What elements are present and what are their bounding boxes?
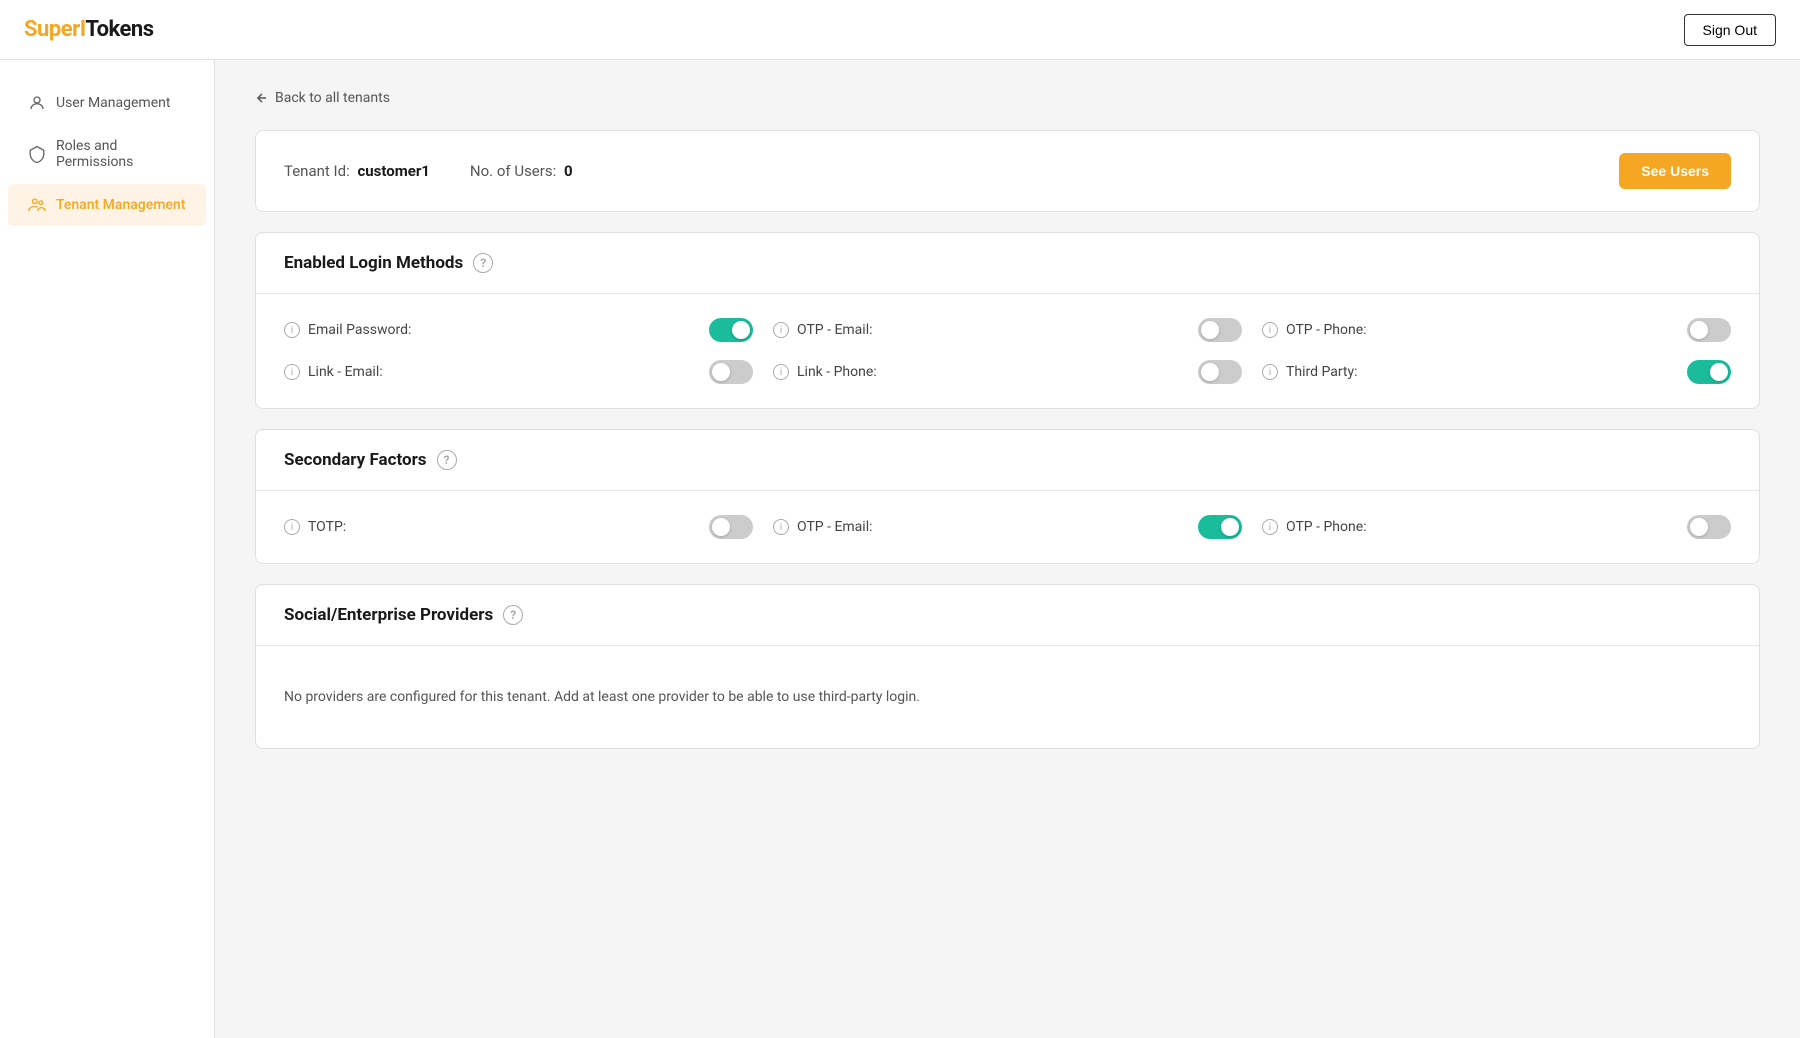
tenant-info-card: Tenant Id: customer1 No. of Users: 0 See… bbox=[255, 130, 1760, 212]
main-content: Back to all tenants Tenant Id: customer1… bbox=[215, 60, 1800, 1038]
sidebar-item-user-management[interactable]: User Management bbox=[8, 82, 206, 124]
sidebar-item-roles-permissions[interactable]: Roles and Permissions bbox=[8, 126, 206, 182]
toggle-link-email: i Link - Email: bbox=[284, 360, 753, 384]
social-providers-body: No providers are configured for this ten… bbox=[256, 646, 1759, 748]
toggle-switch-link-email[interactable] bbox=[709, 360, 753, 384]
toggle-switch-otp-email[interactable] bbox=[1198, 318, 1242, 342]
toggle-switch-otp-phone[interactable] bbox=[1687, 318, 1731, 342]
logo: SuperITokens bbox=[24, 17, 154, 42]
login-methods-body: i Email Password: i OTP - Email: bbox=[256, 294, 1759, 408]
info-icon: i bbox=[773, 519, 789, 535]
toggle-sf-otp-phone: i OTP - Phone: bbox=[1262, 515, 1731, 539]
secondary-factors-grid: i TOTP: i OTP - Email: bbox=[284, 515, 1731, 539]
login-methods-header: Enabled Login Methods ? bbox=[256, 233, 1759, 294]
sidebar-item-label: Roles and Permissions bbox=[56, 138, 186, 170]
sidebar-item-label: User Management bbox=[56, 95, 170, 111]
toggle-label: TOTP: bbox=[308, 519, 701, 535]
back-arrow-icon bbox=[255, 91, 269, 105]
toggle-otp-phone: i OTP - Phone: bbox=[1262, 318, 1731, 342]
login-methods-title: Enabled Login Methods bbox=[284, 253, 463, 273]
login-methods-help-icon[interactable]: ? bbox=[473, 253, 493, 273]
toggle-third-party: i Third Party: bbox=[1262, 360, 1731, 384]
sign-out-button[interactable]: Sign Out bbox=[1684, 14, 1776, 46]
toggle-label: Email Password: bbox=[308, 322, 701, 338]
users-count-field: No. of Users: 0 bbox=[470, 162, 573, 180]
social-providers-title: Social/Enterprise Providers bbox=[284, 605, 493, 625]
user-icon bbox=[28, 94, 46, 112]
toggle-link-phone: i Link - Phone: bbox=[773, 360, 1242, 384]
secondary-factors-card: Secondary Factors ? i TOTP: i bbox=[255, 429, 1760, 564]
sidebar-item-tenant-management[interactable]: Tenant Management bbox=[8, 184, 206, 226]
toggle-label: Third Party: bbox=[1286, 364, 1679, 380]
info-icon: i bbox=[284, 519, 300, 535]
back-to-tenants-link[interactable]: Back to all tenants bbox=[255, 90, 390, 106]
secondary-factors-header: Secondary Factors ? bbox=[256, 430, 1759, 491]
toggle-totp: i TOTP: bbox=[284, 515, 753, 539]
shield-icon bbox=[28, 145, 46, 163]
login-methods-grid: i Email Password: i OTP - Email: bbox=[284, 318, 1731, 384]
info-icon: i bbox=[773, 322, 789, 338]
secondary-factors-body: i TOTP: i OTP - Email: bbox=[256, 491, 1759, 563]
sidebar: User Management Roles and Permissions Te… bbox=[0, 60, 215, 1038]
info-icon: i bbox=[284, 322, 300, 338]
app-layout: User Management Roles and Permissions Te… bbox=[0, 60, 1800, 1038]
sidebar-item-label: Tenant Management bbox=[56, 197, 185, 213]
no-providers-text: No providers are configured for this ten… bbox=[284, 670, 1731, 724]
info-icon: i bbox=[1262, 519, 1278, 535]
logo-super: Super bbox=[24, 17, 80, 42]
toggle-otp-email: i OTP - Email: bbox=[773, 318, 1242, 342]
social-providers-card: Social/Enterprise Providers ? No provide… bbox=[255, 584, 1760, 749]
info-icon: i bbox=[773, 364, 789, 380]
tenant-icon bbox=[28, 196, 46, 214]
toggle-switch-sf-otp-email[interactable] bbox=[1198, 515, 1242, 539]
toggle-switch-totp[interactable] bbox=[709, 515, 753, 539]
tenant-info-row: Tenant Id: customer1 No. of Users: 0 See… bbox=[256, 131, 1759, 211]
toggle-switch-link-phone[interactable] bbox=[1198, 360, 1242, 384]
secondary-factors-title: Secondary Factors bbox=[284, 450, 427, 470]
info-icon: i bbox=[1262, 322, 1278, 338]
toggle-switch-email-password[interactable] bbox=[709, 318, 753, 342]
info-icon: i bbox=[284, 364, 300, 380]
toggle-email-password: i Email Password: bbox=[284, 318, 753, 342]
toggle-label: OTP - Email: bbox=[797, 322, 1190, 338]
back-link-text: Back to all tenants bbox=[275, 90, 390, 106]
info-icon: i bbox=[1262, 364, 1278, 380]
toggle-switch-third-party[interactable] bbox=[1687, 360, 1731, 384]
login-methods-card: Enabled Login Methods ? i Email Password… bbox=[255, 232, 1760, 409]
toggle-label: Link - Email: bbox=[308, 364, 701, 380]
toggle-label: OTP - Phone: bbox=[1286, 519, 1679, 535]
social-providers-help-icon[interactable]: ? bbox=[503, 605, 523, 625]
app-header: SuperITokens Sign Out bbox=[0, 0, 1800, 60]
secondary-factors-help-icon[interactable]: ? bbox=[437, 450, 457, 470]
toggle-switch-sf-otp-phone[interactable] bbox=[1687, 515, 1731, 539]
social-providers-header: Social/Enterprise Providers ? bbox=[256, 585, 1759, 646]
tenant-id-field: Tenant Id: customer1 bbox=[284, 162, 430, 180]
logo-tokens: ITokens bbox=[80, 17, 154, 42]
toggle-label: Link - Phone: bbox=[797, 364, 1190, 380]
toggle-label: OTP - Email: bbox=[797, 519, 1190, 535]
toggle-sf-otp-email: i OTP - Email: bbox=[773, 515, 1242, 539]
see-users-button[interactable]: See Users bbox=[1619, 153, 1731, 189]
toggle-label: OTP - Phone: bbox=[1286, 322, 1679, 338]
